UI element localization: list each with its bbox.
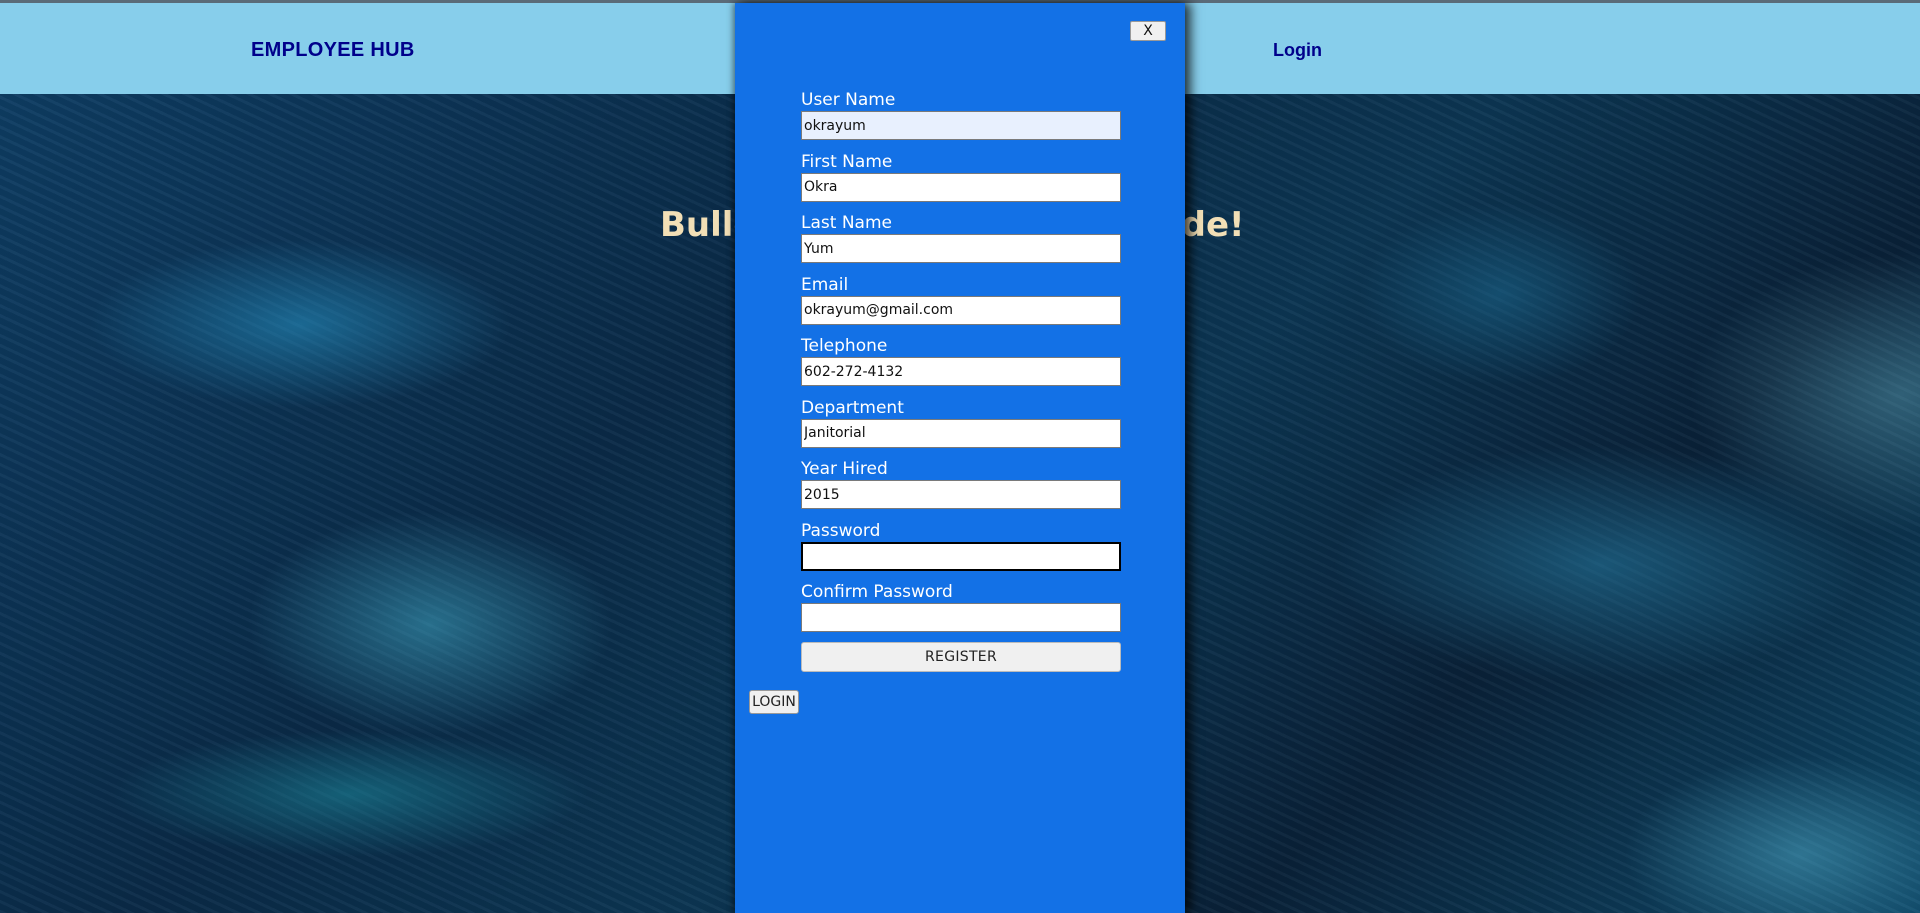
field-telephone: Telephone <box>801 335 1121 397</box>
year-hired-label: Year Hired <box>801 459 888 479</box>
password-input[interactable] <box>801 541 1121 571</box>
nav-login-link[interactable]: Login <box>1273 40 1322 61</box>
user-name-label: User Name <box>801 90 896 110</box>
confirm-password-label: Confirm Password <box>801 582 953 602</box>
close-modal-button[interactable]: X <box>1130 21 1166 41</box>
telephone-input[interactable] <box>801 357 1121 386</box>
register-modal: X User Name First Name Last Name Email T… <box>735 3 1185 913</box>
telephone-label: Telephone <box>801 336 888 356</box>
last-name-label: Last Name <box>801 213 892 233</box>
department-label: Department <box>801 397 904 418</box>
field-last-name: Last Name <box>801 212 1121 274</box>
field-year-hired: Year Hired <box>801 458 1121 520</box>
user-name-input[interactable] <box>801 111 1121 140</box>
field-department: Department <box>801 397 1121 459</box>
department-input[interactable] <box>801 418 1121 448</box>
register-button[interactable]: REGISTER <box>801 642 1121 672</box>
email-label: Email <box>801 274 849 295</box>
field-confirm-password: Confirm Password <box>801 581 1121 643</box>
year-hired-input[interactable] <box>801 480 1121 509</box>
first-name-label: First Name <box>801 151 893 172</box>
brand-logo-text[interactable]: EMPLOYEE HUB <box>251 39 415 62</box>
register-form: User Name First Name Last Name Email Tel… <box>801 89 1121 672</box>
email-input[interactable] <box>801 295 1121 325</box>
field-email: Email <box>801 274 1121 336</box>
login-button[interactable]: LOGIN <box>749 690 799 714</box>
password-label: Password <box>801 520 881 541</box>
field-first-name: First Name <box>801 151 1121 213</box>
first-name-input[interactable] <box>801 172 1121 202</box>
field-user-name: User Name <box>801 89 1121 151</box>
confirm-password-input[interactable] <box>801 603 1121 632</box>
field-password: Password <box>801 520 1121 582</box>
last-name-input[interactable] <box>801 234 1121 263</box>
